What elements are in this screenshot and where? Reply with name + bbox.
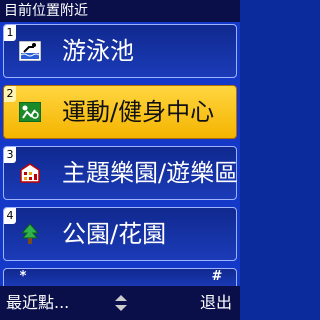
- category-list: 1 游泳池 2 運動/健身中心 3 主題樂園/遊樂區 4 公園/花園: [0, 22, 240, 288]
- fitness-center-icon: [18, 100, 42, 124]
- nearest-softkey[interactable]: 最近點...: [6, 286, 69, 320]
- theme-park-icon: [18, 161, 42, 185]
- header-title: 目前位置附近: [4, 3, 88, 19]
- list-item-swimming-pool[interactable]: 1 游泳池: [3, 24, 237, 78]
- scroll-arrows-icon: [113, 294, 129, 312]
- item-label: 運動/健身中心: [62, 98, 215, 126]
- list-item-theme-park[interactable]: 3 主題樂園/遊樂區: [3, 146, 239, 200]
- item-number: 2: [4, 86, 16, 102]
- park-tree-icon: [18, 222, 42, 246]
- list-item-partial: [3, 268, 237, 288]
- exit-softkey[interactable]: 退出: [200, 286, 232, 320]
- item-number: 1: [4, 25, 16, 41]
- swimming-pool-icon: [18, 39, 42, 63]
- item-number: 3: [4, 147, 16, 163]
- list-item-fitness-center[interactable]: 2 運動/健身中心: [3, 85, 237, 139]
- list-item-park[interactable]: 4 公園/花園: [3, 207, 237, 261]
- item-label: 公園/花園: [62, 220, 167, 248]
- item-label: 主題樂園/遊樂區: [62, 159, 239, 187]
- screen-header: 目前位置附近: [0, 0, 240, 22]
- item-label: 游泳池: [62, 37, 134, 65]
- softkey-bar: 最近點... 退出: [0, 286, 240, 320]
- item-number: 4: [4, 208, 16, 224]
